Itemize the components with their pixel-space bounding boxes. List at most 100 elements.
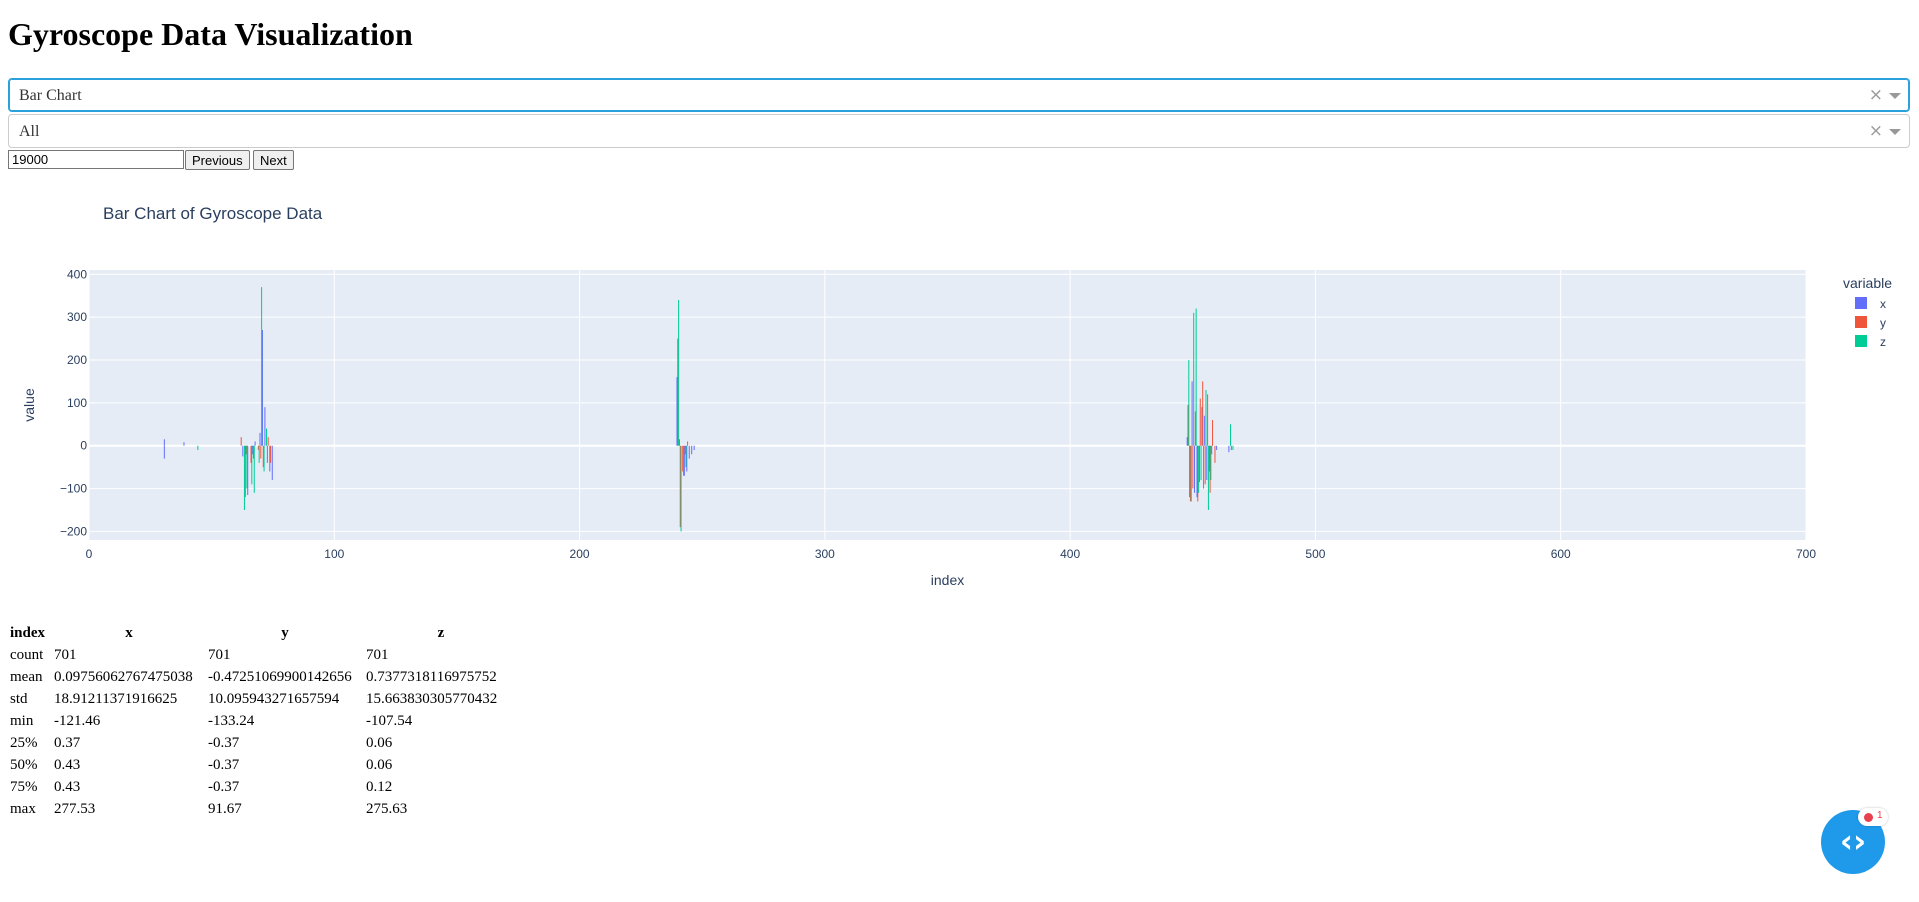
- table-row: count 701 701 701: [8, 644, 518, 666]
- bar-y: [1214, 445, 1216, 463]
- bar-z: [246, 445, 248, 489]
- bar-x: [1203, 415, 1205, 446]
- bar-z: [1207, 445, 1209, 510]
- bar-z: [1195, 308, 1197, 446]
- axis-filter-dropdown[interactable]: All ×: [8, 114, 1910, 148]
- row-label: mean: [10, 668, 43, 685]
- axis-filter-value: All: [19, 123, 40, 140]
- previous-button[interactable]: Previous: [185, 150, 250, 170]
- page-title: Gyroscope Data Visualization: [8, 16, 413, 52]
- bar-x: [254, 441, 256, 446]
- bar-z: [1193, 312, 1195, 446]
- bar-z: [243, 445, 245, 510]
- y-tick-label: 200: [67, 353, 87, 367]
- legend-swatch: [1855, 297, 1867, 309]
- bar-x: [693, 445, 695, 450]
- badge-count: 1: [1877, 810, 1883, 821]
- bar-x: [183, 442, 185, 446]
- bar-x: [1216, 445, 1218, 450]
- bar-z: [1198, 445, 1200, 493]
- legend-swatch: [1855, 316, 1867, 328]
- table-cell: 15.663830305770432: [366, 690, 498, 707]
- table-cell: -0.37: [208, 778, 240, 795]
- table-cell: -0.47251069900142656: [208, 668, 352, 685]
- bar-x: [1230, 445, 1232, 450]
- bar-z: [253, 445, 255, 493]
- bar-z: [685, 445, 687, 468]
- notification-badge[interactable]: 1: [1858, 808, 1888, 826]
- bar-z: [1210, 445, 1212, 480]
- stats-header-z: z: [437, 624, 445, 641]
- bar-z: [261, 287, 263, 446]
- bar-x: [163, 439, 165, 446]
- bar-y: [260, 445, 262, 459]
- stats-body: count 701 701 701 mean 0.09756062767475038 -0.…: [8, 644, 518, 820]
- chevron-down-icon[interactable]: [1889, 129, 1901, 135]
- bar-y: [1202, 381, 1204, 446]
- stats-header-index: index: [10, 624, 46, 641]
- status-dot-icon: [1864, 813, 1873, 822]
- table-cell: 18.91211371916625: [54, 690, 178, 707]
- bar-y: [1207, 394, 1209, 446]
- legend-item-y: y: [1880, 316, 1886, 330]
- bar-z: [1200, 445, 1202, 480]
- x-axis-label: index: [931, 572, 964, 588]
- table-cell: 0.7377318116975752: [366, 668, 497, 685]
- bar-y: [267, 437, 269, 446]
- x-tick-label: 0: [86, 547, 93, 561]
- x-tick-label: 300: [815, 547, 835, 561]
- bar-x: [691, 445, 693, 455]
- stats-header-y: y: [281, 624, 289, 641]
- table-cell: 277.53: [54, 800, 96, 817]
- stats-header-x: x: [125, 624, 133, 641]
- bar-y: [270, 445, 272, 463]
- chart-type-dropdown[interactable]: Bar Chart ×: [8, 78, 1910, 112]
- next-button[interactable]: Next: [253, 150, 294, 170]
- bar-x: [259, 432, 261, 446]
- stats-header-row: index x y z: [8, 622, 518, 644]
- bar-y: [240, 437, 242, 446]
- x-tick-label: 600: [1551, 547, 1571, 561]
- bar-chart: −200 −100 0 100 200 300 400 0 100 200 300 400 500 600…: [21, 204, 1892, 588]
- table-cell: 0.43: [54, 756, 81, 773]
- bar-y: [1204, 445, 1206, 485]
- chart-title: Bar Chart of Gyroscope Data: [103, 204, 323, 223]
- table-cell: 91.67: [208, 800, 242, 817]
- clear-icon[interactable]: ×: [1869, 85, 1883, 105]
- x-tick-label: 700: [1796, 547, 1816, 561]
- clear-icon[interactable]: ×: [1869, 121, 1883, 141]
- bar-y: [1199, 398, 1201, 446]
- plot-area: [89, 270, 1806, 540]
- bar-z: [1205, 390, 1207, 446]
- table-row: max 277.53 91.67 275.63: [8, 798, 518, 820]
- row-label: max: [10, 800, 36, 817]
- bar-z: [1188, 360, 1190, 446]
- y-tick-label: 400: [67, 267, 87, 281]
- chevron-down-icon[interactable]: [1889, 93, 1901, 99]
- bar-z: [1203, 445, 1205, 489]
- table-cell: 701: [54, 646, 77, 663]
- bar-z: [266, 428, 268, 446]
- table-cell: 0.12: [366, 778, 393, 795]
- table-row: 50% 0.43 -0.37 0.06: [8, 754, 518, 776]
- bar-x: [1206, 445, 1208, 480]
- bar-z: [251, 445, 253, 485]
- x-tick-label: 100: [324, 547, 344, 561]
- bar-z: [1190, 445, 1192, 502]
- table-cell: -0.37: [208, 756, 240, 773]
- offset-input[interactable]: [8, 150, 184, 169]
- bar-y: [687, 441, 689, 446]
- bar-x: [163, 445, 165, 459]
- table-cell: 701: [208, 646, 231, 663]
- bar-x: [688, 445, 690, 459]
- table-cell: 275.63: [366, 800, 408, 817]
- legend-swatch: [1855, 335, 1867, 347]
- bar-z: [258, 445, 260, 463]
- y-axis-label: value: [21, 388, 37, 422]
- bar-x: [271, 445, 273, 480]
- table-row: 25% 0.37 -0.37 0.06: [8, 732, 518, 754]
- table-row: mean 0.09756062767475038 -0.47251069900142…: [8, 666, 518, 688]
- bar-y: [1212, 420, 1214, 446]
- bar-x: [264, 407, 266, 446]
- table-cell: -133.24: [208, 712, 255, 729]
